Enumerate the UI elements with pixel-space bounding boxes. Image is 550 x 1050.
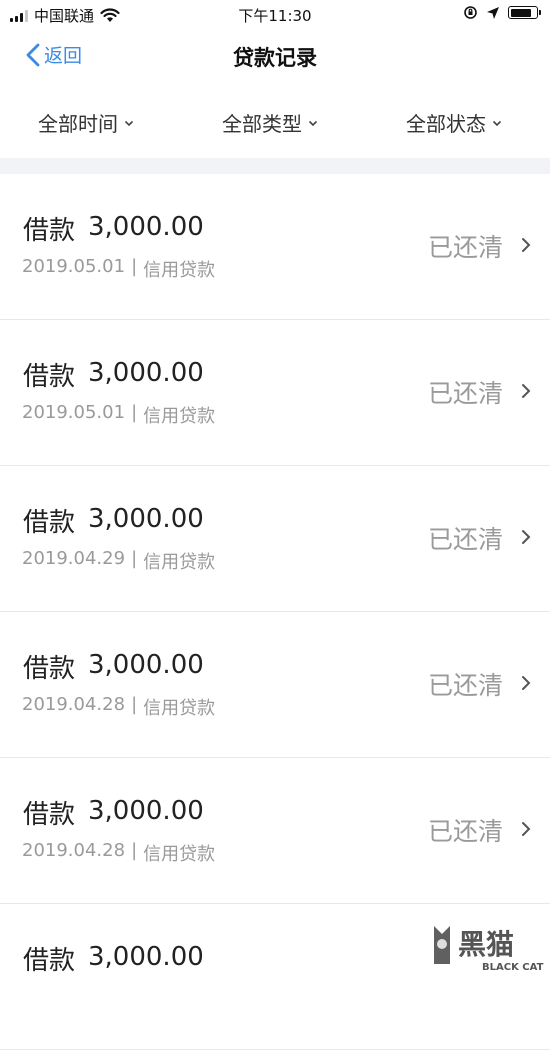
record-status: 已还清 (428, 817, 504, 846)
status-right (463, 5, 541, 20)
loan-record-list: 借款 3,000.00 2019.05.01 | 信用贷款 已还清 借款 3,0… (0, 174, 550, 1050)
record-meta: 2019.05.01 | 信用贷款 (22, 256, 215, 282)
record-separator: | (131, 256, 138, 277)
record-date: 2019.05.01 (22, 402, 126, 423)
record-type: 借款 (23, 654, 76, 684)
battery-icon (508, 6, 541, 19)
record-date: 2019.04.28 (22, 694, 126, 715)
svg-text:黑猫: 黑猫 (458, 928, 514, 961)
record-type: 借款 (23, 216, 76, 246)
loan-record-row[interactable]: 借款 3,000.00 2019.05.01 | 信用贷款 已还清 (0, 320, 550, 466)
record-status: 已还清 (428, 525, 504, 554)
chevron-right-icon (522, 530, 531, 544)
svg-text:BLACK CAT: BLACK CAT (482, 962, 544, 973)
record-amount: 3,000.00 (88, 796, 204, 826)
record-date: 2019.04.28 (22, 840, 126, 861)
page-title: 贷款记录 (233, 46, 317, 70)
filter-type-label: 全部类型 (222, 112, 302, 136)
record-date: 2019.04.29 (22, 548, 126, 569)
record-meta: 2019.04.28 | 信用贷款 (22, 694, 215, 720)
chevron-right-icon (522, 822, 531, 836)
filter-bar: 全部时间 全部类型 全部状态 (0, 100, 550, 148)
record-category: 信用贷款 (143, 844, 216, 865)
orientation-lock-icon (464, 6, 477, 19)
record-amount: 3,000.00 (88, 212, 204, 242)
chevron-right-icon (522, 384, 531, 398)
black-cat-watermark-logo: 黑猫 BLACK CAT (434, 926, 544, 973)
record-amount: 3,000.00 (88, 942, 204, 972)
nav-bar: 返回 贷款记录 (0, 30, 550, 84)
record-separator: | (131, 840, 138, 861)
record-type: 借款 (23, 946, 76, 976)
filter-status-label: 全部状态 (406, 112, 486, 136)
record-type: 借款 (23, 508, 76, 538)
record-amount: 3,000.00 (88, 504, 204, 534)
loan-record-row[interactable]: 借款 3,000.00 2019.05.01 | 信用贷款 已还清 (0, 174, 550, 320)
chevron-down-icon (492, 120, 502, 127)
filter-status[interactable]: 全部状态 (406, 108, 502, 137)
filter-time-label: 全部时间 (38, 112, 118, 136)
chevron-down-icon (308, 120, 318, 127)
record-category: 信用贷款 (143, 552, 216, 573)
record-amount: 3,000.00 (88, 358, 204, 388)
loan-record-row[interactable]: 借款 3,000.00 2019.04.29 | 信用贷款 已还清 (0, 466, 550, 612)
record-separator: | (131, 694, 138, 715)
chevron-right-icon (522, 676, 531, 690)
filter-type[interactable]: 全部类型 (222, 108, 318, 137)
record-category: 信用贷款 (143, 406, 216, 427)
record-separator: | (131, 548, 138, 569)
record-type: 借款 (23, 800, 76, 830)
record-type: 借款 (23, 362, 76, 392)
record-meta: 2019.04.28 | 信用贷款 (22, 840, 215, 866)
record-status: 已还清 (428, 233, 504, 262)
chevron-down-icon (124, 120, 134, 127)
chevron-right-icon (522, 238, 531, 252)
section-divider (0, 158, 550, 174)
filter-time[interactable]: 全部时间 (38, 108, 134, 137)
loan-record-row[interactable]: 借款 3,000.00 2019.04.28 | 信用贷款 已还清 (0, 612, 550, 758)
record-category: 信用贷款 (143, 698, 216, 719)
record-separator: | (131, 402, 138, 423)
record-amount: 3,000.00 (88, 650, 204, 680)
status-bar: 中国联通 下午11:30 (0, 0, 550, 30)
loan-record-row[interactable]: 借款 3,000.00 2019.04.28 | 信用贷款 已还清 (0, 758, 550, 904)
record-meta: 2019.04.29 | 信用贷款 (22, 548, 215, 574)
record-category: 信用贷款 (143, 260, 216, 281)
record-date: 2019.05.01 (22, 256, 126, 277)
record-status: 已还清 (428, 671, 504, 700)
record-meta: 2019.05.01 | 信用贷款 (22, 402, 215, 428)
record-status: 已还清 (428, 379, 504, 408)
location-arrow-icon (487, 6, 499, 19)
